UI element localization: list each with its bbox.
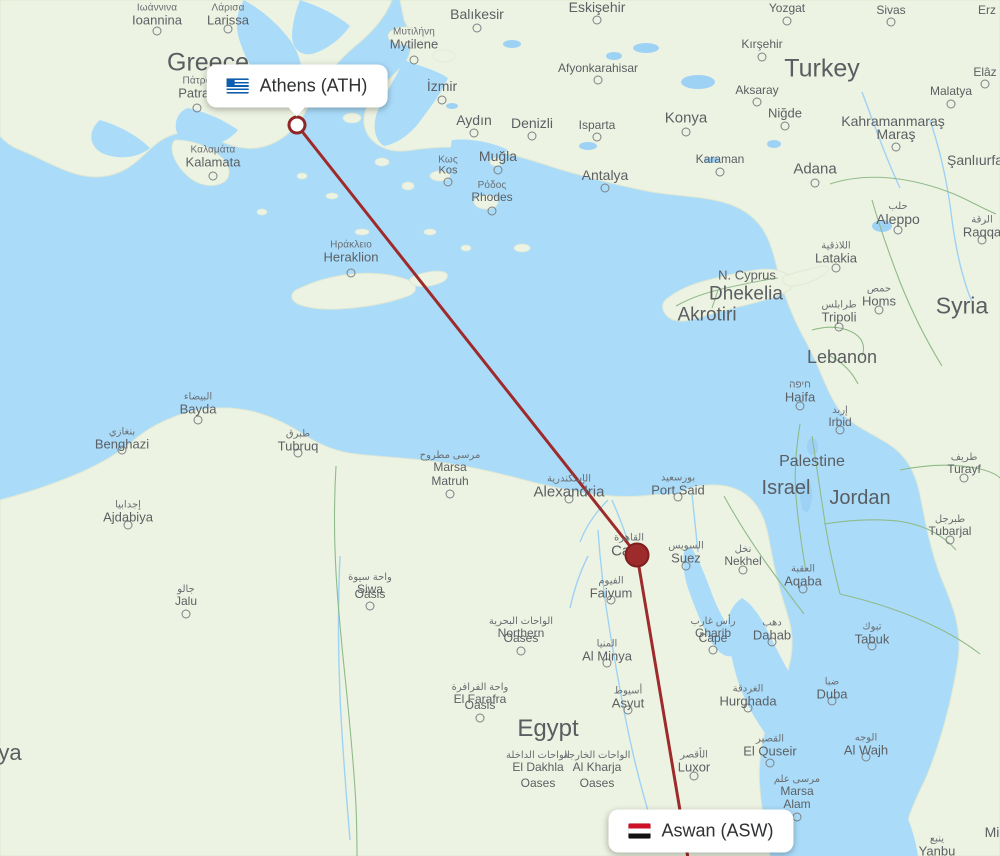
city-marker-dot xyxy=(564,494,574,504)
city-marker-dot xyxy=(493,165,503,175)
greece-flag-icon xyxy=(226,78,249,94)
tooltip-aswan-label: Aswan (ASW) xyxy=(661,820,774,841)
city-marker-dot xyxy=(592,15,602,25)
city-marker-dot xyxy=(757,52,767,62)
map-canvas[interactable]: Ιωάννινα Ioannina Λάρισα Larissa Balıkesir Es… xyxy=(0,0,1000,856)
city-marker-dot xyxy=(602,658,612,668)
city-marker-dot xyxy=(959,473,969,483)
city-marker-dot xyxy=(891,142,901,152)
city-marker-dot xyxy=(516,646,526,656)
city-marker-dot xyxy=(792,812,802,822)
city-marker-dot xyxy=(592,132,602,142)
city-marker-dot xyxy=(977,235,987,245)
city-marker-dot xyxy=(365,601,375,611)
city-marker-dot xyxy=(946,99,956,109)
egypt-flag-icon xyxy=(628,823,651,839)
city-marker-dot xyxy=(795,401,805,411)
city-marker-dot xyxy=(593,75,603,85)
city-marker-dot xyxy=(893,225,903,235)
city-marker-dot xyxy=(152,26,162,36)
city-marker-dot xyxy=(409,55,419,65)
city-marker-dot xyxy=(715,167,725,177)
city-marker-dot xyxy=(945,535,955,545)
city-marker-dot xyxy=(886,17,896,27)
city-marker-dot xyxy=(867,641,877,651)
city-marker-dot xyxy=(293,448,303,458)
tooltip-aswan[interactable]: Aswan (ASW) xyxy=(608,809,794,853)
city-marker-dot xyxy=(443,177,453,187)
city-marker-dot xyxy=(606,595,616,605)
tooltip-tail xyxy=(287,106,306,117)
city-marker-dot xyxy=(623,705,633,715)
city-marker-dot xyxy=(827,696,837,706)
tooltip-athens-label: Athens (ATH) xyxy=(259,75,368,96)
city-marker-dot xyxy=(487,206,497,216)
city-marker-dot xyxy=(752,97,762,107)
city-marker-dot xyxy=(117,445,127,455)
city-marker-dot xyxy=(810,178,820,188)
city-marker-dot xyxy=(874,305,884,315)
city-marker-dot xyxy=(767,637,777,647)
city-marker-dot xyxy=(782,16,792,26)
city-marker-dot xyxy=(834,322,844,332)
city-marker-dot xyxy=(835,425,845,435)
city-marker-dot xyxy=(472,23,482,33)
city-marker-dot xyxy=(681,127,691,137)
city-marker-dot xyxy=(600,183,610,193)
city-marker-dot xyxy=(346,268,356,278)
city-marker-dot xyxy=(681,561,691,571)
map-geometry xyxy=(0,0,1000,856)
city-marker-dot xyxy=(831,263,841,273)
city-marker-dot xyxy=(673,492,683,502)
city-marker-dot xyxy=(437,95,447,105)
city-marker-dot xyxy=(738,565,748,575)
route-origin-marker-athens[interactable] xyxy=(287,115,307,135)
city-marker-dot xyxy=(192,103,202,113)
city-marker-dot xyxy=(208,171,218,181)
city-marker-dot xyxy=(861,752,871,762)
city-marker-dot xyxy=(223,24,233,34)
city-marker-dot xyxy=(708,645,718,655)
city-marker-dot xyxy=(475,713,485,723)
city-marker-dot xyxy=(469,128,479,138)
city-marker-dot xyxy=(765,758,775,768)
city-marker-dot xyxy=(980,79,990,89)
city-marker-dot xyxy=(123,520,133,530)
city-marker-dot xyxy=(527,131,537,141)
city-marker-dot xyxy=(445,489,455,499)
city-marker-dot xyxy=(193,415,203,425)
city-marker-dot xyxy=(743,703,753,713)
city-marker-dot xyxy=(689,771,699,781)
route-waypoint-marker-cairo[interactable] xyxy=(624,542,650,568)
city-marker-dot xyxy=(181,609,191,619)
city-marker-dot xyxy=(798,584,808,594)
city-marker-dot xyxy=(780,121,790,131)
tooltip-athens[interactable]: Athens (ATH) xyxy=(206,64,388,117)
